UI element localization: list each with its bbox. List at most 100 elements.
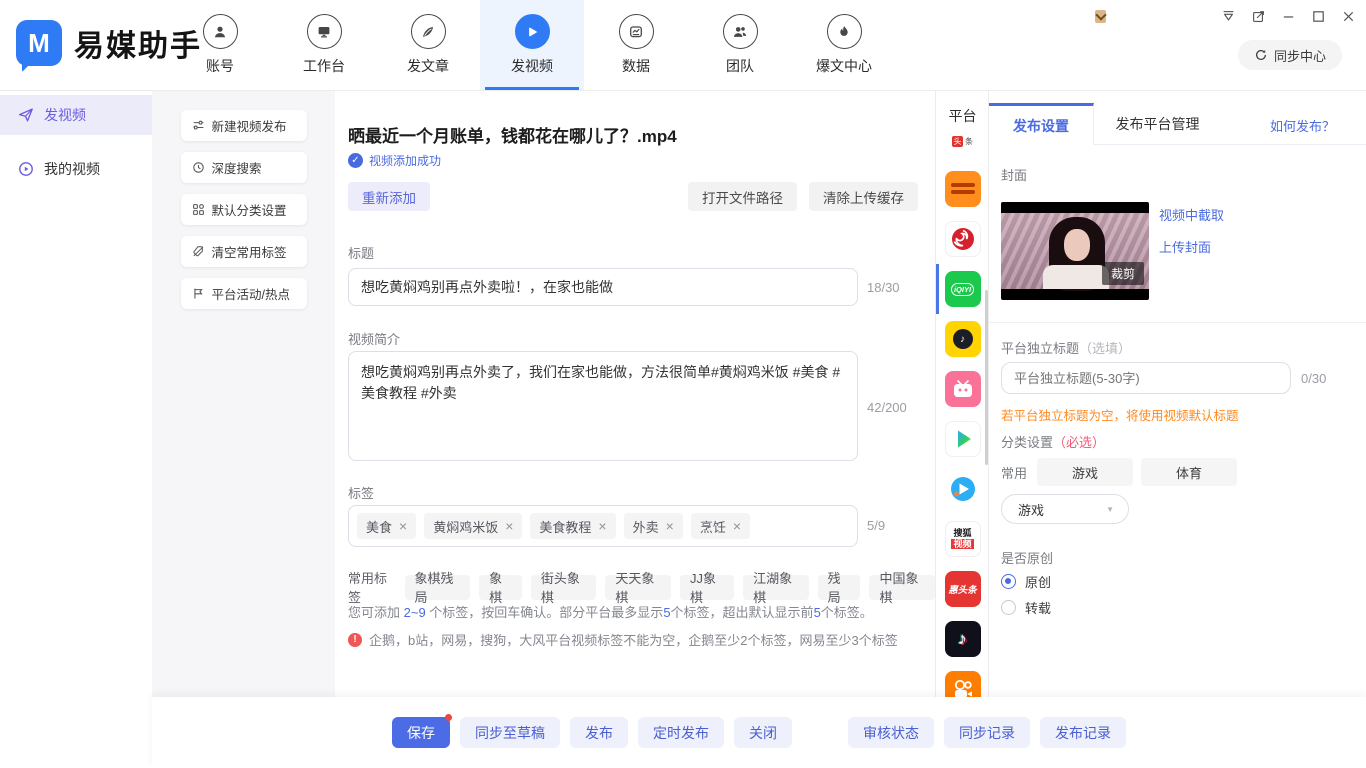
tool-label: 默认分类设置	[212, 200, 287, 219]
notification-dot	[445, 714, 452, 721]
common-tag-chip[interactable]: 天天象棋	[605, 575, 671, 600]
default-category-button[interactable]: 默认分类设置	[181, 194, 307, 225]
new-video-publish-button[interactable]: 新建视频发布	[181, 110, 307, 141]
play-video-icon	[515, 14, 550, 49]
platform-activity-button[interactable]: 平台活动/热点	[181, 278, 307, 309]
platform-music-cam[interactable]: ♪	[936, 314, 989, 364]
clear-common-tags-button[interactable]: 清空常用标签	[181, 236, 307, 267]
platform-kuaishou[interactable]	[936, 664, 989, 697]
warning-icon: !	[348, 633, 362, 647]
remove-tag-icon[interactable]: ×	[598, 519, 606, 533]
sync-center-label: 同步中心	[1274, 46, 1326, 65]
nav-item-team[interactable]: 团队	[688, 0, 792, 90]
team-icon	[723, 14, 758, 49]
panel-filter-icon[interactable]	[1220, 8, 1236, 24]
common-tag-chip[interactable]: 残局	[818, 575, 861, 600]
common-tag-chip[interactable]: 中国象棋	[869, 575, 935, 600]
tab-publish-settings[interactable]: 发布设置	[989, 103, 1094, 145]
readd-button[interactable]: 重新添加	[348, 182, 430, 211]
tool-label: 清空常用标签	[212, 242, 287, 261]
close-button[interactable]: 关闭	[734, 717, 792, 748]
how-to-publish-link[interactable]: 如何发布？	[1270, 116, 1335, 135]
remove-tag-icon[interactable]: ×	[399, 519, 407, 533]
platform-tencent-video[interactable]	[936, 414, 989, 464]
title-input[interactable]	[348, 268, 858, 306]
tag-text: 黄焖鸡米饭	[433, 517, 498, 536]
cover-thumbnail[interactable]: 裁剪	[1001, 202, 1149, 300]
capture-from-video-link[interactable]: 视频中截取	[1159, 205, 1224, 224]
category-game-button[interactable]: 游戏	[1037, 458, 1133, 486]
tool-label: 平台活动/热点	[212, 284, 290, 303]
remove-tag-icon[interactable]: ×	[733, 519, 741, 533]
common-tag-chip[interactable]: 江湖象棋	[743, 575, 809, 600]
nav-item-hot-center[interactable]: 爆文中心	[792, 0, 896, 90]
radio-selected-icon	[1001, 574, 1016, 589]
category-select[interactable]: 游戏 ▼	[1001, 494, 1129, 524]
sync-draft-button[interactable]: 同步至草稿	[460, 717, 560, 748]
common-tags-row: 常用标签 象棋残局 象棋 街头象棋 天天象棋 JJ象棋 江湖象棋 残局 中国象棋	[348, 568, 935, 606]
remove-tag-icon[interactable]: ×	[666, 519, 674, 533]
platform-orange-media[interactable]	[936, 164, 989, 214]
workbench-icon	[307, 14, 342, 49]
platform-column: 平台 头 条 iQIYI ♪	[935, 90, 989, 697]
flag-icon	[192, 287, 205, 300]
category-sports-button[interactable]: 体育	[1141, 458, 1237, 486]
upload-cover-link[interactable]: 上传封面	[1159, 237, 1211, 256]
open-file-path-button[interactable]: 打开文件路径	[688, 182, 797, 211]
common-tag-chip[interactable]: 象棋残局	[405, 575, 471, 600]
sidebar-item-my-videos[interactable]: 我的视频	[0, 149, 152, 189]
common-tag-chip[interactable]: JJ象棋	[680, 575, 734, 600]
common-tag-chip[interactable]: 象棋	[479, 575, 522, 600]
nav-item-account[interactable]: 账号	[168, 0, 272, 90]
platform-huitoutiao[interactable]: 惠头条	[936, 564, 989, 614]
common-tag-chip[interactable]: 街头象棋	[531, 575, 597, 600]
orange-media-icon	[945, 171, 981, 207]
section-divider	[989, 322, 1366, 323]
platform-ifeng[interactable]	[936, 214, 989, 264]
platform-toutiao-mini[interactable]: 头 条	[936, 134, 989, 148]
feather-icon	[411, 14, 446, 49]
top-nav: 账号 工作台 发文章 发视频 数据	[168, 0, 896, 90]
deep-search-button[interactable]: 深度搜索	[181, 152, 307, 183]
radio-original[interactable]: 原创	[1001, 572, 1051, 591]
sync-log-button[interactable]: 同步记录	[944, 717, 1030, 748]
feedback-icon[interactable]	[1250, 8, 1266, 24]
crop-button[interactable]: 裁剪	[1102, 262, 1144, 285]
tray-plugin-icon[interactable]	[1095, 10, 1106, 23]
sync-center-button[interactable]: 同步中心	[1238, 40, 1342, 70]
platform-iqiyi[interactable]: iQIYI	[936, 264, 989, 314]
platform-douyin[interactable]: ♪	[936, 614, 989, 664]
platform-sohu-video[interactable]: 搜狐 视频	[936, 514, 989, 564]
toutiao-icon: 头	[952, 136, 963, 147]
left-sidebar: 发视频 我的视频	[0, 90, 152, 768]
maximize-icon[interactable]	[1310, 8, 1326, 24]
tags-input[interactable]: 美食× 黄焖鸡米饭× 美食教程× 外卖× 烹饪×	[348, 505, 858, 547]
close-icon[interactable]	[1340, 8, 1356, 24]
main-form: 晒最近一个月账单，钱都花在哪儿了？.mp4 ✓ 视频添加成功 重新添加 打开文件…	[335, 90, 935, 697]
description-counter: 42/200	[867, 400, 907, 415]
publish-log-button[interactable]: 发布记录	[1040, 717, 1126, 748]
check-circle-icon: ✓	[348, 153, 363, 168]
schedule-publish-button[interactable]: 定时发布	[638, 717, 724, 748]
description-textarea[interactable]: 想吃黄焖鸡别再点外卖了，我们在家也能做，方法很简单#黄焖鸡米饭 #美食 #美食教…	[348, 351, 858, 461]
tags-counter: 5/9	[867, 518, 885, 533]
platform-weishi[interactable]	[936, 464, 989, 514]
tool-label: 深度搜索	[212, 158, 262, 177]
description-label: 视频简介	[348, 329, 400, 348]
nav-item-workbench[interactable]: 工作台	[272, 0, 376, 90]
platform-bilibili[interactable]	[936, 364, 989, 414]
tags-label: 标签	[348, 483, 374, 502]
clear-upload-cache-button[interactable]: 清除上传缓存	[809, 182, 918, 211]
radio-repost[interactable]: 转载	[1001, 598, 1051, 617]
remove-tag-icon[interactable]: ×	[505, 519, 513, 533]
publish-button[interactable]: 发布	[570, 717, 628, 748]
save-button[interactable]: 保存	[392, 717, 450, 748]
tab-platform-manage[interactable]: 发布平台管理	[1094, 103, 1221, 145]
nav-item-data[interactable]: 数据	[584, 0, 688, 90]
nav-item-publish-article[interactable]: 发文章	[376, 0, 480, 90]
minimize-icon[interactable]	[1280, 8, 1296, 24]
sidebar-item-publish-video[interactable]: 发视频	[0, 95, 152, 135]
review-status-button[interactable]: 审核状态	[848, 717, 934, 748]
independent-title-input[interactable]	[1001, 362, 1291, 394]
nav-item-publish-video[interactable]: 发视频	[480, 0, 584, 90]
